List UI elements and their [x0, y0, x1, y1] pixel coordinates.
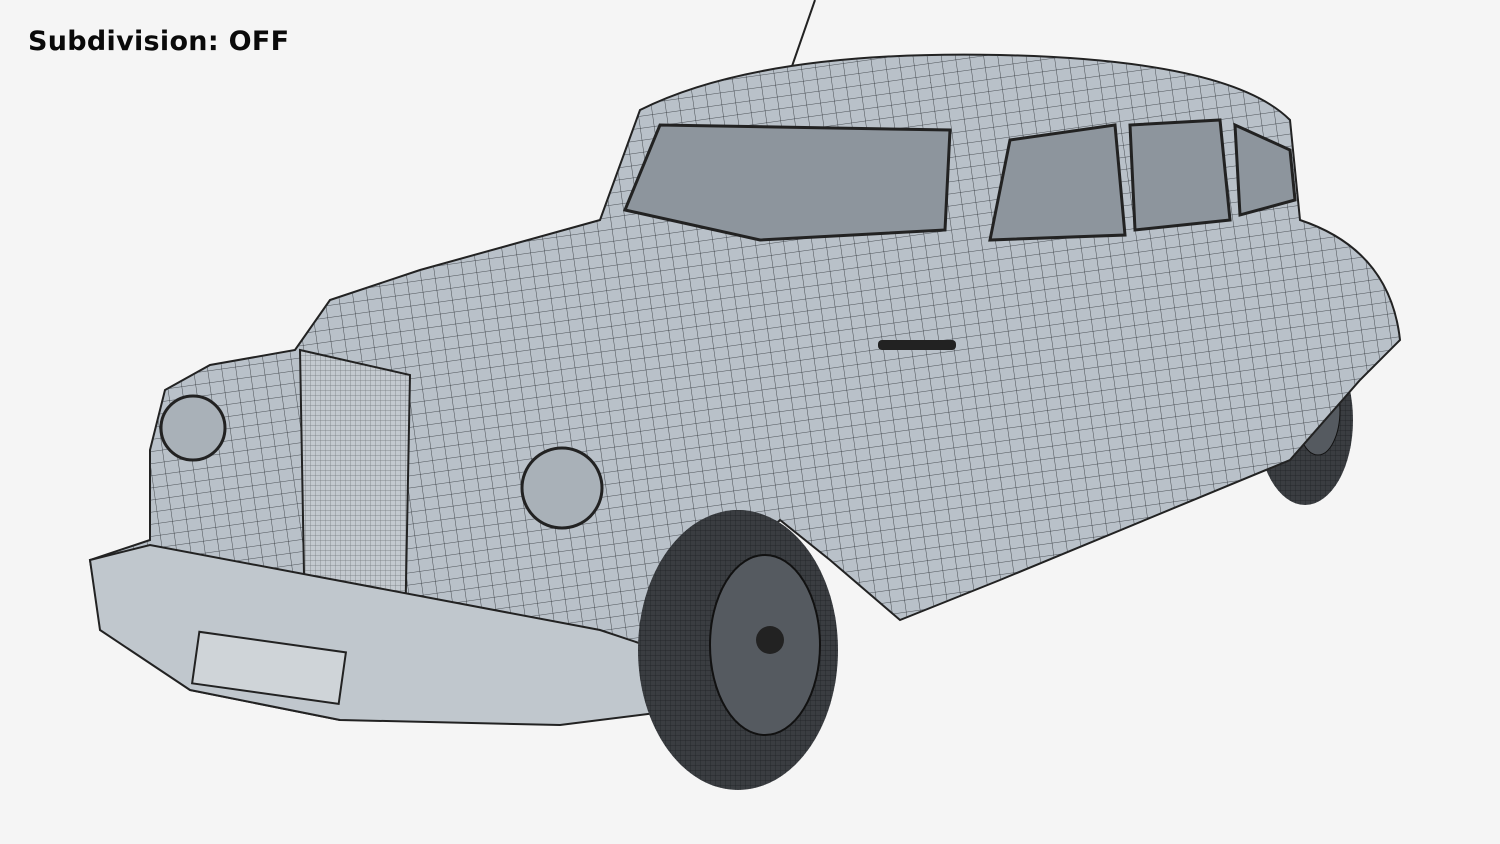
- headlight-left: [159, 394, 227, 462]
- hood-handle: [878, 340, 956, 350]
- front-wheel: [638, 510, 838, 790]
- car-wireframe-render: [88, 0, 1402, 790]
- headlight-right: [520, 446, 604, 530]
- viewport: Subdivision: OFF: [0, 0, 1500, 844]
